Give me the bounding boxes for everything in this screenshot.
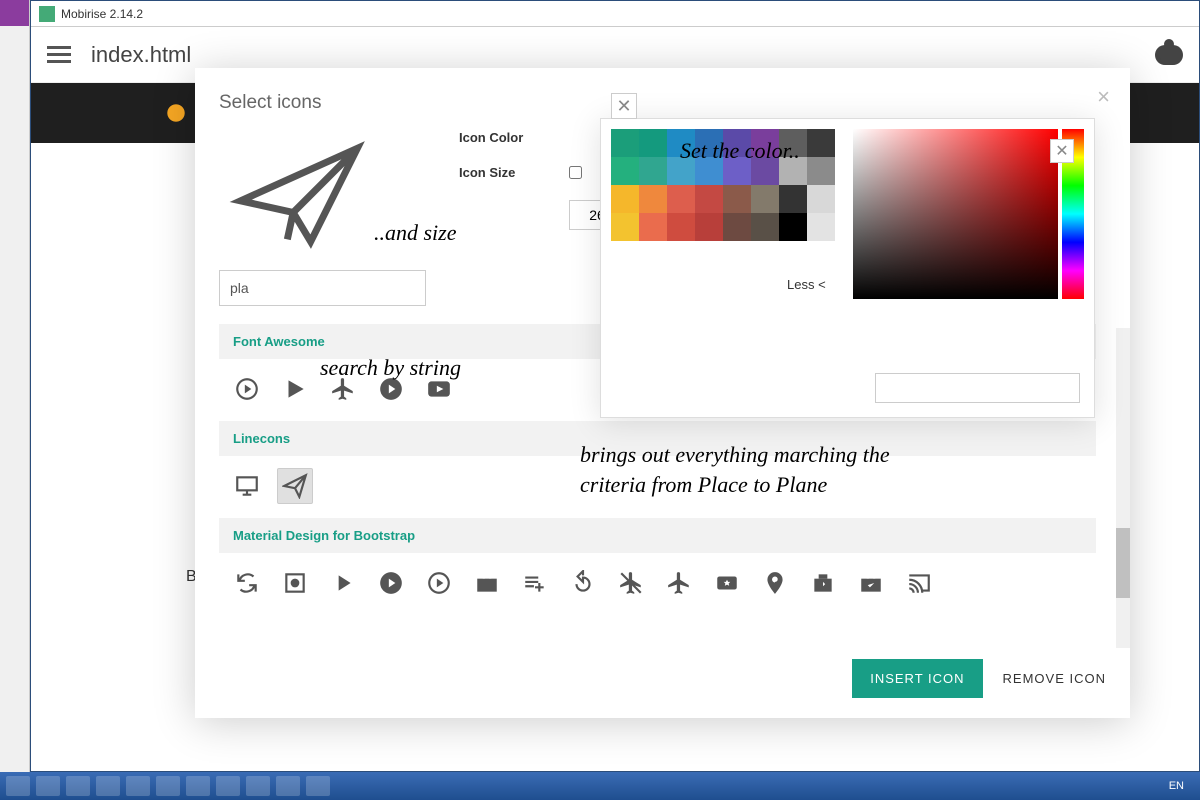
brightness-icon[interactable] <box>277 565 313 601</box>
color-swatch[interactable] <box>611 213 639 241</box>
icon-preview <box>219 130 379 260</box>
taskbar-word-icon[interactable] <box>246 776 270 796</box>
office-ribbon-sliver <box>0 0 30 772</box>
hamburger-icon[interactable] <box>47 46 71 64</box>
annot-brings: brings out everything marching the crite… <box>580 440 960 500</box>
modal-close-button[interactable]: × <box>1097 84 1110 110</box>
app-logo-icon <box>39 6 55 22</box>
color-swatch[interactable] <box>751 213 779 241</box>
taskbar-photoshop-icon[interactable] <box>306 776 330 796</box>
color-picker-popover: ✕ Less < ✕ <box>600 118 1095 418</box>
place-icon[interactable] <box>757 565 793 601</box>
sun-logo-icon <box>161 98 191 128</box>
icon-size-label: Icon Size <box>459 165 569 180</box>
cloud-upload-icon[interactable] <box>1155 45 1183 65</box>
color-swatch[interactable] <box>807 157 835 185</box>
current-file: index.html <box>91 42 1145 68</box>
color-swatch[interactable] <box>611 157 639 185</box>
saturation-value-area[interactable] <box>853 129 1058 299</box>
color-swatch[interactable] <box>723 185 751 213</box>
ribbon-color-strip <box>0 0 29 26</box>
group-mdb[interactable]: Material Design for Bootstrap <box>219 518 1096 553</box>
colorpicker-toggle-close[interactable]: ✕ <box>611 93 637 119</box>
color-swatch[interactable] <box>639 157 667 185</box>
color-swatch[interactable] <box>639 185 667 213</box>
color-swatch[interactable] <box>807 129 835 157</box>
color-swatch[interactable] <box>695 185 723 213</box>
taskbar-app3-icon[interactable] <box>276 776 300 796</box>
cast-icon[interactable] <box>901 565 937 601</box>
play-circle-outline2-icon[interactable] <box>421 565 457 601</box>
color-swatch[interactable] <box>667 185 695 213</box>
modal-title: Select icons <box>219 92 1106 114</box>
icon-color-label: Icon Color <box>459 130 569 145</box>
airplane-off-icon[interactable] <box>613 565 649 601</box>
play-arrow-icon[interactable] <box>325 565 361 601</box>
scrollbar-thumb[interactable] <box>1116 528 1130 598</box>
window-title: Mobirise 2.14.2 <box>61 7 143 21</box>
airplane-icon[interactable] <box>661 565 697 601</box>
archive-download-icon[interactable] <box>805 565 841 601</box>
color-swatch[interactable] <box>807 213 835 241</box>
local-play-icon[interactable] <box>709 565 745 601</box>
color-swatch[interactable] <box>751 185 779 213</box>
hex-color-input[interactable] <box>875 373 1080 403</box>
remove-icon-button[interactable]: REMOVE ICON <box>1003 671 1106 686</box>
color-swatch[interactable] <box>779 185 807 213</box>
taskbar-mobirise-icon[interactable] <box>186 776 210 796</box>
modal-scrollbar[interactable] <box>1116 328 1130 648</box>
language-indicator[interactable]: EN <box>1159 780 1194 792</box>
color-swatch[interactable] <box>667 213 695 241</box>
insert-icon-button[interactable]: INSERT ICON <box>852 659 982 698</box>
color-swatch[interactable] <box>807 185 835 213</box>
annot-search-by: search by string <box>320 355 461 381</box>
color-swatch[interactable] <box>639 129 667 157</box>
icon-search-input[interactable] <box>219 270 426 306</box>
play-solid-icon[interactable] <box>277 371 313 407</box>
titlebar: Mobirise 2.14.2 <box>31 1 1199 27</box>
briefcase-icon[interactable] <box>469 565 505 601</box>
play-circle-filled-icon[interactable] <box>373 565 409 601</box>
taskbar-chrome-icon[interactable] <box>96 776 120 796</box>
annot-set-color: Set the color.. <box>680 138 800 164</box>
refresh-icon[interactable] <box>229 565 265 601</box>
play-circle-outline-icon[interactable] <box>229 371 265 407</box>
taskbar-firefox-icon[interactable] <box>66 776 90 796</box>
less-toggle[interactable]: Less < <box>787 277 826 292</box>
paper-plane-icon[interactable] <box>277 468 313 504</box>
playlist-add-icon[interactable] <box>517 565 553 601</box>
color-swatch[interactable] <box>779 213 807 241</box>
icon-size-checkbox[interactable] <box>569 166 582 179</box>
color-swatch[interactable] <box>723 213 751 241</box>
taskbar-filezilla-icon[interactable] <box>216 776 240 796</box>
gradient-close-button[interactable]: ✕ <box>1050 139 1074 163</box>
color-swatch[interactable] <box>611 129 639 157</box>
taskbar-explorer-icon[interactable] <box>36 776 60 796</box>
taskbar-app1-icon[interactable] <box>126 776 150 796</box>
annot-and-size: ..and size <box>374 220 457 246</box>
windows-taskbar: EN <box>0 772 1200 800</box>
display-icon[interactable] <box>229 468 265 504</box>
briefcase-check-icon[interactable] <box>853 565 889 601</box>
color-swatch[interactable] <box>611 185 639 213</box>
start-button[interactable] <box>6 776 30 796</box>
color-swatch[interactable] <box>639 213 667 241</box>
replay-icon[interactable] <box>565 565 601 601</box>
taskbar-app2-icon[interactable] <box>156 776 180 796</box>
color-swatch[interactable] <box>695 213 723 241</box>
